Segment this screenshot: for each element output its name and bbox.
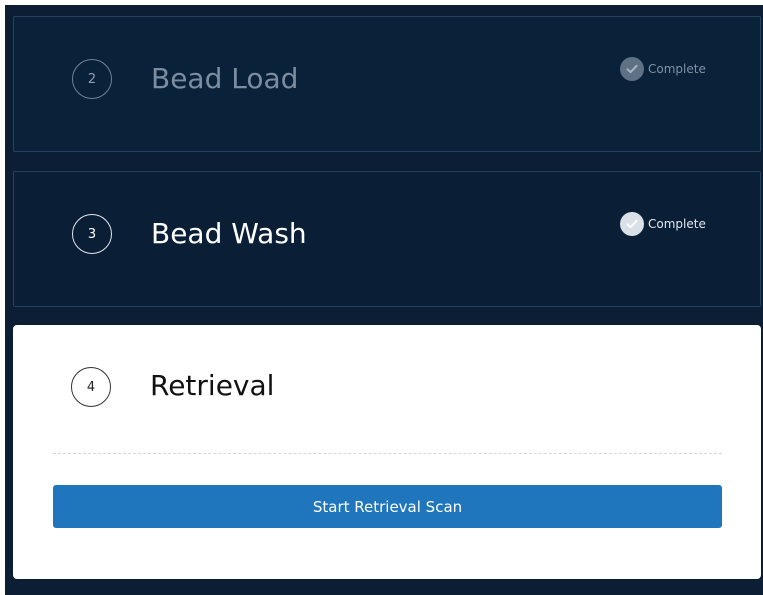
workflow-steps: 2 Bead Load Complete 3 Bead Wash Complet… <box>5 5 763 595</box>
check-icon <box>620 57 644 81</box>
step-status: Complete <box>620 57 706 81</box>
step-status: Complete <box>620 212 706 236</box>
step-card-retrieval: 4 Retrieval Start Retrieval Scan <box>13 325 761 579</box>
step-number-badge: 2 <box>72 59 112 99</box>
step-card-bead-load: 2 Bead Load Complete <box>13 16 761 152</box>
step-title: Bead Wash <box>151 217 307 250</box>
check-icon <box>620 212 644 236</box>
step-number-badge: 3 <box>72 214 112 254</box>
status-label: Complete <box>648 217 706 231</box>
step-title: Bead Load <box>151 62 299 95</box>
step-title: Retrieval <box>150 369 275 402</box>
status-label: Complete <box>648 62 706 76</box>
step-number-badge: 4 <box>71 367 111 407</box>
section-divider <box>53 453 722 454</box>
start-retrieval-scan-button[interactable]: Start Retrieval Scan <box>53 485 722 528</box>
step-card-bead-wash: 3 Bead Wash Complete <box>13 171 761 307</box>
